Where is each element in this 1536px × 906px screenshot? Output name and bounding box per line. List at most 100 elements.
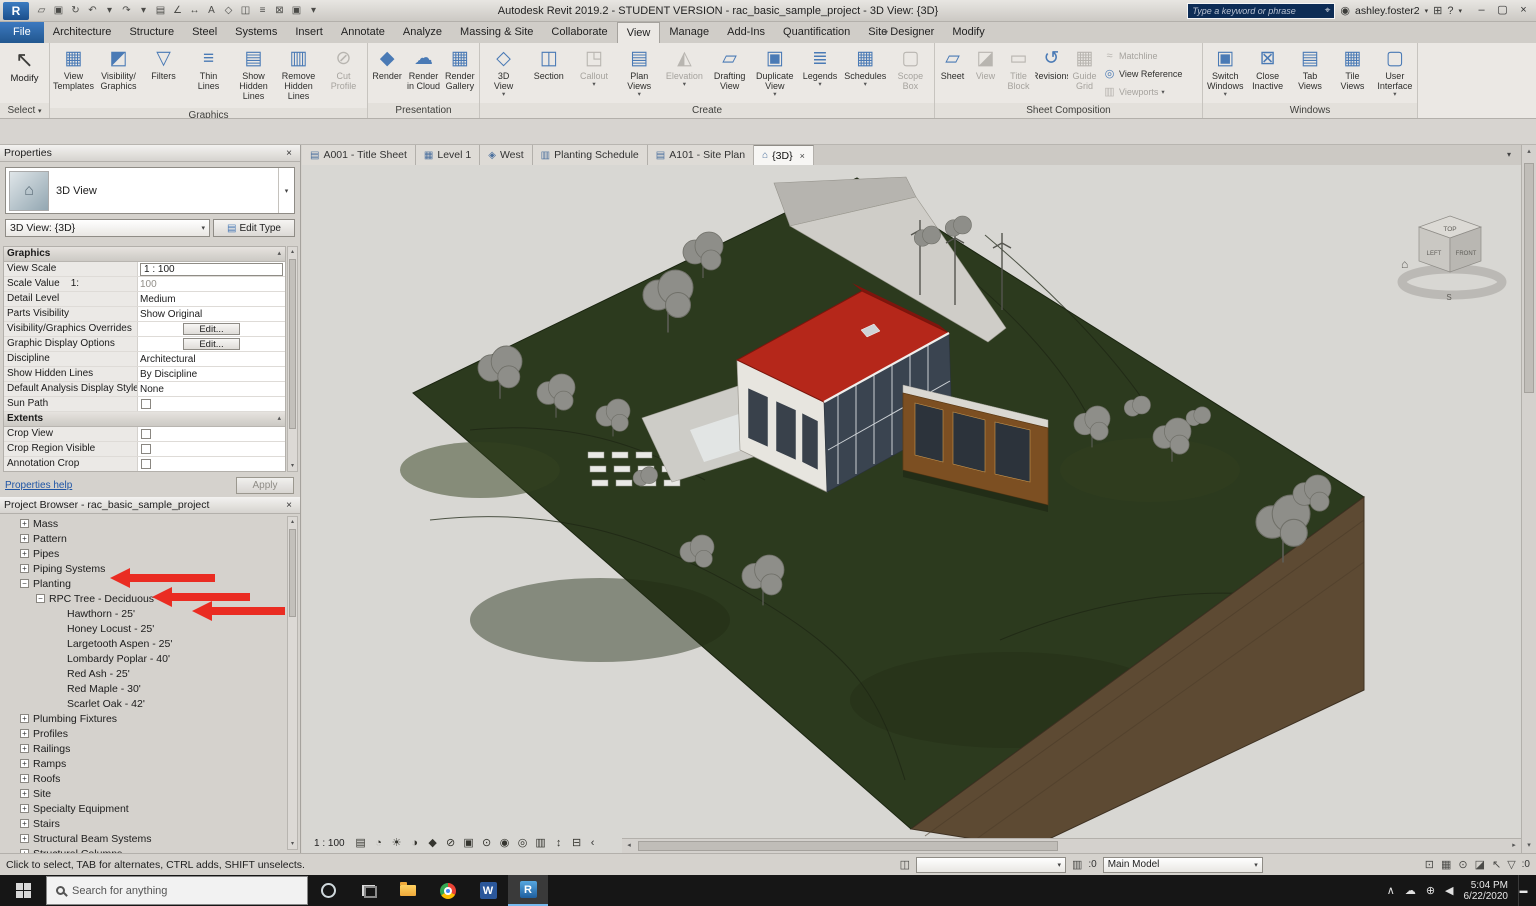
- shadows-icon[interactable]: ◑: [407, 836, 423, 851]
- properties-close-icon[interactable]: ×: [282, 148, 296, 159]
- select-by-face-icon[interactable]: ◪: [1475, 858, 1485, 871]
- cortana-button[interactable]: [308, 875, 348, 906]
- taskbar-clock[interactable]: 5:04 PM 6/22/2020: [1464, 880, 1509, 902]
- view-scale-button[interactable]: 1 : 100: [308, 838, 351, 849]
- customize-qat-icon[interactable]: ▾: [305, 3, 322, 19]
- onedrive-icon[interactable]: ☁: [1405, 884, 1416, 897]
- section-icon[interactable]: ◫: [237, 3, 254, 19]
- drag-on-selection-icon[interactable]: ↖: [1492, 858, 1501, 871]
- render-in-cloud-button[interactable]: ☁ Renderin Cloud: [405, 44, 441, 103]
- close-inactive-button[interactable]: ⊠ CloseInactive: [1246, 44, 1288, 103]
- search-input[interactable]: Type a keyword or phrase ⌖: [1187, 3, 1335, 19]
- tree-red-maple-30[interactable]: Red Maple - 30': [0, 681, 287, 696]
- prop-show-hidden-lines[interactable]: Show Hidden Lines By Discipline: [4, 367, 285, 382]
- tree-hawthorn-25[interactable]: Hawthorn - 25': [0, 606, 287, 621]
- open-icon[interactable]: ▱: [33, 3, 50, 19]
- expand-toggle[interactable]: +: [20, 774, 29, 783]
- tab-file[interactable]: File: [0, 22, 44, 43]
- 3d-view-scene[interactable]: S TOP LEFT FRONT ⌂: [302, 165, 1521, 853]
- property-value[interactable]: Architectural: [138, 352, 285, 366]
- edit-type-button[interactable]: ▤ Edit Type: [213, 219, 295, 237]
- matchline-button[interactable]: ≈ Matchline: [1103, 48, 1199, 63]
- tree-honey-locust-25[interactable]: Honey Locust - 25': [0, 621, 287, 636]
- sheet-composition-panel-label[interactable]: Sheet Composition: [935, 103, 1202, 118]
- property-value[interactable]: 1 : 100: [138, 262, 285, 276]
- section-button[interactable]: ◫ Section: [526, 44, 571, 103]
- viewtab-planting-schedule[interactable]: ▥ Planting Schedule: [533, 145, 648, 165]
- scroll-up-icon[interactable]: ▴: [288, 247, 297, 257]
- presentation-panel-label[interactable]: Presentation: [368, 103, 479, 118]
- tab-insert[interactable]: Insert: [286, 22, 332, 43]
- show-crop-region-icon[interactable]: ▣: [461, 836, 477, 851]
- tree-stairs[interactable]: + Stairs: [0, 816, 287, 831]
- aligned-dimension-icon[interactable]: ↔: [186, 3, 203, 19]
- switch-windows-button[interactable]: ▣ SwitchWindows ▾: [1204, 44, 1246, 103]
- select-panel-label[interactable]: Select ▾: [0, 103, 49, 118]
- user-interface-button[interactable]: ▢ UserInterface ▾: [1374, 44, 1416, 103]
- sheet-button[interactable]: ▱ Sheet: [936, 44, 969, 103]
- help-button[interactable]: ?: [1447, 5, 1453, 17]
- create-panel-label[interactable]: Create: [480, 103, 934, 118]
- property-value[interactable]: 100: [138, 277, 285, 291]
- workset-dropdown[interactable]: ▾: [916, 857, 1066, 873]
- notifications-icon[interactable]: ▬: [1518, 875, 1528, 906]
- crop-view-icon[interactable]: ⊘: [443, 836, 459, 851]
- callout-button[interactable]: ◳ Callout ▾: [571, 44, 616, 103]
- tree-planting[interactable]: − Planting: [0, 576, 287, 591]
- expand-toggle[interactable]: +: [20, 834, 29, 843]
- remove-hidden-lines-button[interactable]: ▥ RemoveHidden Lines: [276, 44, 321, 108]
- elevation-button[interactable]: ◭ Elevation ▾: [662, 44, 707, 103]
- prop-section-extents[interactable]: Extents ▴: [4, 412, 285, 427]
- select-underlay-icon[interactable]: ▦: [1441, 858, 1451, 871]
- tab-quantification[interactable]: Quantification: [774, 22, 859, 43]
- tab-list-chevron-icon[interactable]: ▾: [1500, 145, 1518, 165]
- legends-button[interactable]: ≣ Legends ▾: [797, 44, 842, 103]
- prop-detail-level[interactable]: Detail Level Medium: [4, 292, 285, 307]
- save-icon[interactable]: ▣: [50, 3, 67, 19]
- taskbar-search-input[interactable]: Search for anything: [46, 876, 308, 905]
- render-button[interactable]: ◆ Render: [369, 44, 405, 103]
- prop-default-analysis-display-style[interactable]: Default Analysis Display Style None: [4, 382, 285, 397]
- project-browser-header[interactable]: Project Browser - rac_basic_sample_proje…: [0, 497, 300, 514]
- checkbox[interactable]: [141, 429, 151, 439]
- word-button[interactable]: W: [468, 875, 508, 906]
- redo-menu-icon[interactable]: ▾: [135, 3, 152, 19]
- tab-annotate[interactable]: Annotate: [332, 22, 394, 43]
- expand-toggle[interactable]: −: [36, 594, 45, 603]
- tree-structural-beam-systems[interactable]: + Structural Beam Systems: [0, 831, 287, 846]
- select-links-icon[interactable]: ⊡: [1425, 858, 1434, 871]
- tree-plumbing-fixtures[interactable]: + Plumbing Fixtures: [0, 711, 287, 726]
- undo-icon[interactable]: ↶: [84, 3, 101, 19]
- windows-panel-label[interactable]: Windows: [1203, 103, 1417, 118]
- scrollbar-thumb[interactable]: [289, 259, 296, 429]
- tab-massing-site[interactable]: Massing & Site: [451, 22, 542, 43]
- expand-toggle[interactable]: +: [20, 804, 29, 813]
- expand-toggle[interactable]: −: [20, 579, 29, 588]
- prop-scale-value[interactable]: Scale Value 1: 100: [4, 277, 285, 292]
- measure-icon[interactable]: ∠: [169, 3, 186, 19]
- search-icon[interactable]: ⌖: [1325, 5, 1331, 16]
- prop-crop-view[interactable]: Crop View: [4, 427, 285, 442]
- tree-roofs[interactable]: + Roofs: [0, 771, 287, 786]
- tree-largetooth-aspen-25[interactable]: Largetooth Aspen - 25': [0, 636, 287, 651]
- guide-grid-button[interactable]: ▦ GuideGrid: [1068, 44, 1101, 103]
- browser-scrollbar[interactable]: ▴ ▾: [287, 516, 298, 850]
- visibility-graphics-button[interactable]: ◩ Visibility/Graphics: [96, 44, 141, 108]
- tab-site-designer[interactable]: Site Designer: [859, 22, 943, 43]
- section-collapse-icon[interactable]: ▴: [277, 249, 281, 257]
- editable-only-icon[interactable]: ▥: [1072, 858, 1082, 871]
- expand-toggle[interactable]: +: [20, 564, 29, 573]
- properties-scrollbar[interactable]: ▴ ▾: [287, 246, 298, 472]
- apply-button[interactable]: Apply: [236, 477, 294, 494]
- user-menu-chevron-icon[interactable]: ▾: [1425, 7, 1429, 15]
- lock-view-icon[interactable]: ⊙: [479, 836, 495, 851]
- cut-profile-button[interactable]: ⊘ CutProfile: [321, 44, 366, 108]
- task-view-button[interactable]: [348, 875, 388, 906]
- title-block-button[interactable]: ▭ TitleBlock: [1002, 44, 1035, 103]
- render-gallery-button[interactable]: ▦ RenderGallery: [442, 44, 478, 103]
- scroll-up-arrow[interactable]: ▴: [1522, 145, 1536, 159]
- property-value[interactable]: [138, 427, 285, 441]
- type-selector[interactable]: ⌂ 3D View ▾: [5, 167, 295, 214]
- scrollbar-thumb[interactable]: [289, 529, 296, 617]
- scope-box-button[interactable]: ▢ ScopeBox: [888, 44, 933, 103]
